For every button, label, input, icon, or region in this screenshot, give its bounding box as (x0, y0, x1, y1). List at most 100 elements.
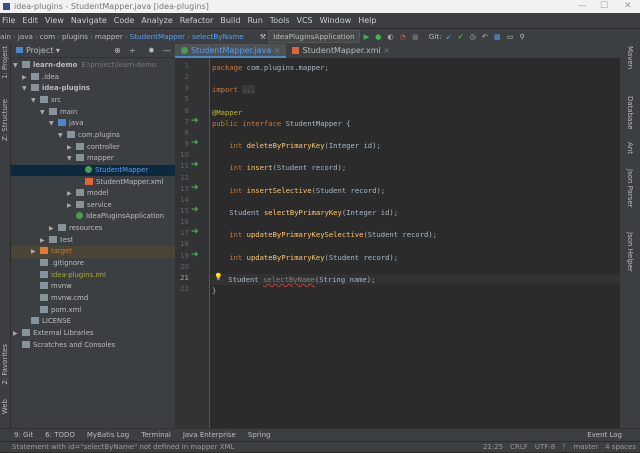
tab-studentmapper-java[interactable]: StudentMapper.java × (175, 44, 287, 58)
run-icon[interactable]: ▶ (364, 29, 370, 44)
tree-item[interactable]: ▶ target (11, 246, 175, 258)
tool-window-project[interactable]: 1: Project (1, 46, 9, 79)
menu-tools[interactable]: Tools (270, 13, 290, 28)
close-tab-icon[interactable]: × (271, 46, 281, 55)
expand-arrow-icon[interactable]: ▶ (13, 328, 22, 340)
tool-window-maven[interactable]: Maven (626, 46, 634, 69)
code-editor[interactable]: package com.plugins.mapper; import ... @Ma… (211, 58, 620, 428)
menu-analyze[interactable]: Analyze (141, 13, 173, 28)
tool-window-json-helper[interactable]: Json Helper (626, 232, 634, 272)
intention-bulb-icon[interactable]: 💡 (214, 273, 223, 281)
expand-arrow-icon[interactable]: ▼ (49, 118, 58, 130)
expand-arrow-icon[interactable]: ▶ (67, 142, 76, 154)
caret-position[interactable]: 21:25 (483, 442, 503, 453)
tree-item[interactable]: ▼ java (11, 118, 175, 130)
tree-item[interactable]: ▶ service (11, 200, 175, 212)
menu-file[interactable]: File (2, 13, 15, 28)
expand-arrow-icon[interactable]: ▼ (58, 130, 67, 142)
stop-icon[interactable]: ■ (412, 29, 419, 44)
breadcrumb-item[interactable]: com (40, 29, 55, 44)
expand-arrow-icon[interactable]: ▼ (22, 83, 31, 95)
tree-item[interactable]: ▶ External Libraries (11, 328, 175, 340)
run-config-selector[interactable]: IdeaPluginsApplication (268, 30, 360, 43)
tree-item[interactable]: ▼ mapper (11, 153, 175, 165)
git-branch[interactable]: master (573, 442, 598, 453)
project-structure-icon[interactable]: ▦ (494, 29, 501, 44)
navigate-to-xml-icon[interactable]: ➔ (191, 138, 199, 148)
tree-item[interactable]: idea-plugins.iml (11, 270, 175, 282)
project-view-selector[interactable]: Project (26, 46, 53, 55)
search-icon[interactable]: ⚲ (520, 29, 525, 44)
tree-item[interactable]: mvnw (11, 281, 175, 293)
breadcrumb-item[interactable]: java (18, 29, 33, 44)
tool-window-favorites[interactable]: 2: Favorites (1, 344, 9, 385)
tree-item[interactable]: ▼ learn-demo E:\project\learn-demo (11, 60, 175, 72)
minimize-button[interactable]: — (578, 0, 587, 13)
git-commit-icon[interactable]: ✔ (458, 29, 464, 44)
tree-item[interactable]: ▼ idea-plugins (11, 83, 175, 95)
expand-arrow-icon[interactable]: ▼ (13, 60, 22, 72)
tool-window-ant[interactable]: Ant (626, 142, 634, 154)
tool-java-enterprise[interactable]: Java Enterprise (183, 429, 236, 441)
menu-navigate[interactable]: Navigate (71, 13, 107, 28)
tree-item[interactable]: StudentMapper (11, 164, 175, 177)
breadcrumb-item[interactable]: plugins (62, 29, 88, 44)
tool-window-web[interactable]: Web (1, 399, 9, 414)
tool-mybatis-log[interactable]: MyBatis Log (87, 429, 129, 441)
expand-arrow-icon[interactable]: ▼ (31, 95, 40, 107)
tree-item[interactable]: pom.xml (11, 305, 175, 317)
close-tab-icon[interactable]: × (381, 46, 390, 55)
expand-arrow-icon[interactable]: ▶ (31, 246, 40, 258)
indent-setting[interactable]: 4 spaces (605, 442, 636, 453)
tree-item[interactable]: IdeaPluginsApplication (11, 211, 175, 223)
tree-item[interactable]: ▶ controller (11, 142, 175, 154)
expand-arrow-icon[interactable]: ▶ (22, 72, 31, 84)
breadcrumb-item[interactable]: StudentMapper (130, 29, 185, 44)
navigate-to-xml-icon[interactable]: ➔ (191, 250, 199, 260)
tree-item[interactable]: ▼ main (11, 107, 175, 119)
collapse-icon[interactable]: ÷ (129, 44, 136, 58)
menu-build[interactable]: Build (220, 13, 240, 28)
tree-item[interactable]: ▶ .idea (11, 72, 175, 84)
rollback-icon[interactable]: ↶ (482, 29, 488, 44)
tab-studentmapper-xml[interactable]: StudentMapper.xml × (286, 44, 395, 58)
tree-item[interactable]: ▶ resources (11, 223, 175, 235)
tree-item[interactable]: .gitignore (11, 258, 175, 270)
file-encoding[interactable]: UTF-8 (535, 442, 555, 453)
navigate-to-xml-icon[interactable]: ➔ (191, 116, 199, 126)
tree-item[interactable]: ▼ src (11, 95, 175, 107)
close-button[interactable]: ✕ (624, 0, 632, 13)
menu-help[interactable]: Help (358, 13, 376, 28)
menu-code[interactable]: Code (114, 13, 134, 28)
breadcrumb-item[interactable]: ain (0, 29, 11, 44)
tool--git[interactable]: 9: Git (14, 429, 33, 441)
menu-vcs[interactable]: VCS (297, 13, 313, 28)
hide-icon[interactable]: — (163, 44, 171, 58)
locate-icon[interactable]: ⊕ (114, 44, 121, 58)
tree-item[interactable]: mvnw.cmd (11, 293, 175, 305)
navigate-to-xml-icon[interactable]: ➔ (191, 160, 199, 170)
tree-item[interactable]: ▶ test (11, 235, 175, 247)
menu-edit[interactable]: Edit (22, 13, 38, 28)
navigate-to-xml-icon[interactable]: ➔ (191, 183, 199, 193)
tool-window-structure[interactable]: Z: Structure (1, 99, 9, 141)
menu-view[interactable]: View (45, 13, 64, 28)
expand-arrow-icon[interactable]: ▶ (40, 235, 49, 247)
build-icon[interactable]: ⚒ (260, 29, 266, 44)
tool-terminal[interactable]: Terminal (141, 429, 171, 441)
profile-icon[interactable]: ◔ (400, 29, 406, 44)
navigate-to-xml-icon[interactable]: ➔ (191, 227, 199, 237)
tree-item[interactable]: StudentMapper.xml (11, 177, 175, 189)
maximize-button[interactable]: ☐ (600, 0, 608, 13)
expand-arrow-icon[interactable]: ▶ (49, 223, 58, 235)
breadcrumb-item[interactable]: selectByName (192, 29, 244, 44)
expand-arrow-icon[interactable]: ▼ (67, 153, 76, 165)
expand-arrow-icon[interactable]: ▶ (67, 200, 76, 212)
gear-icon[interactable]: ✹ (148, 44, 155, 58)
git-update-icon[interactable]: ↙ (446, 29, 452, 44)
breadcrumb-item[interactable]: mapper (95, 29, 123, 44)
navigate-to-xml-icon[interactable]: ➔ (191, 205, 199, 215)
tree-item[interactable]: ▼ com.plugins (11, 130, 175, 142)
tool-spring[interactable]: Spring (248, 429, 271, 441)
tree-item[interactable]: Scratches and Consoles (11, 340, 175, 352)
